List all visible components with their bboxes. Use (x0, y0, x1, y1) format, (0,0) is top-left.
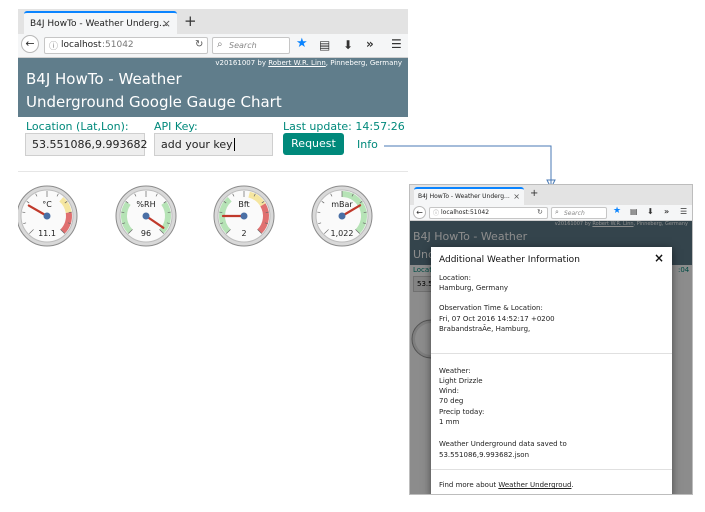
download-icon[interactable]: ⬇ (647, 207, 654, 216)
back-arrow-icon[interactable]: ← (413, 206, 426, 219)
info-icon[interactable]: ⓘ (433, 208, 439, 217)
url-text-small: localhost:51042 (441, 209, 490, 216)
new-tab-button-small[interactable]: + (530, 188, 538, 199)
close-icon[interactable]: × (654, 251, 664, 265)
weather-underground-link[interactable]: Weather Undergroud (498, 481, 571, 489)
search-input-small[interactable]: ⌕ Search (551, 207, 607, 219)
modal-wind-value: 70 deg (439, 397, 464, 405)
app-page-small: v20161007 by Robert W.R. Linn, Pinneberg… (410, 221, 692, 494)
modal-precip-label: Precip today: (439, 408, 485, 416)
overflow-icon[interactable]: » (664, 207, 669, 216)
reload-icon[interactable]: ↻ (537, 208, 543, 216)
search-placeholder-small: Search (564, 210, 585, 217)
connector-line (384, 145, 552, 186)
tab-strip-small: B4J HowTo - Weather Underg... × + (410, 185, 692, 205)
library-icon[interactable]: ▤ (630, 207, 638, 216)
url-bar-small[interactable]: ⓘ localhost:51042 ↻ (429, 207, 548, 219)
modal-footer: Find more about Weather Undergroud. (439, 481, 574, 489)
modal-saved-line2: 53.551086,9.993682.json (439, 451, 530, 459)
search-icon: ⌕ (555, 208, 559, 216)
modal-wind-label: Wind: (439, 387, 459, 395)
modal-divider-bottom (431, 469, 672, 470)
modal-location-label: Location: (439, 274, 471, 282)
modal-more-suffix: . (571, 481, 574, 489)
bookmark-star-icon[interactable]: ★ (613, 206, 621, 216)
modal-weather-label: Weather: (439, 367, 471, 375)
browser-tab-small[interactable]: B4J HowTo - Weather Underg... × (414, 187, 524, 205)
menu-icon[interactable]: ☰ (680, 207, 687, 216)
modal-obs-place: BrabandstraÃe, Hamburg, (439, 325, 531, 333)
modal-location-value: Hamburg, Germany (439, 284, 509, 292)
tab-close-icon[interactable]: × (513, 192, 520, 201)
small-browser-window: B4J HowTo - Weather Underg... × + ← ⓘ lo… (409, 184, 693, 495)
modal-precip-value: 1 mm (439, 418, 460, 426)
modal-saved-line1: Weather Underground data saved to (439, 440, 567, 448)
nav-bar-small: ← ⓘ localhost:51042 ↻ ⌕ Search ★ ▤ ⬇ » ☰ (410, 205, 692, 221)
modal-obs-label: Observation Time & Location: (439, 304, 543, 312)
modal-weather-value: Light Drizzle (439, 377, 483, 385)
tab-title-small: B4J HowTo - Weather Underg... (418, 193, 510, 200)
modal-more-prefix: Find more about (439, 481, 499, 489)
modal-obs-time: Fri, 07 Oct 2016 14:52:17 +0200 (439, 315, 555, 323)
weather-info-modal: Additional Weather Information × Locatio… (431, 247, 672, 494)
modal-divider (431, 353, 672, 354)
modal-title: Additional Weather Information (439, 255, 580, 265)
